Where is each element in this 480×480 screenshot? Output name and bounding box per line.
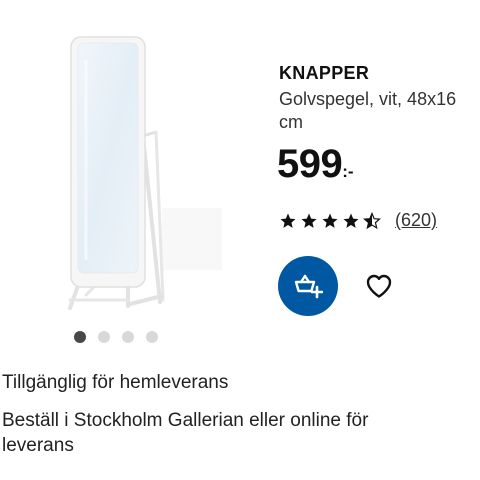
carousel-dot[interactable]	[98, 331, 110, 343]
store-info-line: leverans	[2, 435, 74, 456]
product-name[interactable]: KNAPPER	[279, 63, 369, 84]
store-info-line: Beställ i Stockholm Gallerian eller onli…	[2, 410, 369, 431]
rating-count-link[interactable]: (620)	[395, 210, 437, 231]
star-full-icon	[280, 213, 296, 228]
product-price: 599:-	[277, 144, 354, 184]
description-line: cm	[279, 112, 303, 132]
price-integer: 599	[277, 142, 343, 186]
favorite-button[interactable]	[364, 272, 394, 300]
star-full-icon	[343, 213, 359, 228]
mirror-illustration	[68, 36, 222, 310]
carousel-dot[interactable]	[122, 331, 134, 343]
rating-stars	[279, 211, 381, 230]
carousel-dot[interactable]	[146, 331, 158, 343]
star-full-icon	[301, 213, 317, 228]
heart-icon	[366, 274, 392, 298]
store-info: Beställ i Stockholm Gallerian eller onli…	[2, 408, 472, 458]
carousel-dots	[74, 331, 158, 343]
add-to-cart-icon	[294, 274, 323, 299]
star-half-icon	[363, 211, 381, 229]
product-description: Golvspegel, vit, 48x16 cm	[279, 88, 480, 134]
price-suffix: :-	[342, 162, 354, 181]
availability-text: Tillgänglig för hemleverans	[2, 372, 229, 393]
description-line: Golvspegel, vit, 48x16	[279, 89, 457, 109]
add-to-cart-button[interactable]	[278, 256, 338, 316]
carousel-dot[interactable]	[74, 331, 86, 343]
product-image[interactable]	[0, 0, 270, 320]
star-full-icon	[322, 213, 338, 228]
rating[interactable]: (620)	[279, 210, 437, 231]
